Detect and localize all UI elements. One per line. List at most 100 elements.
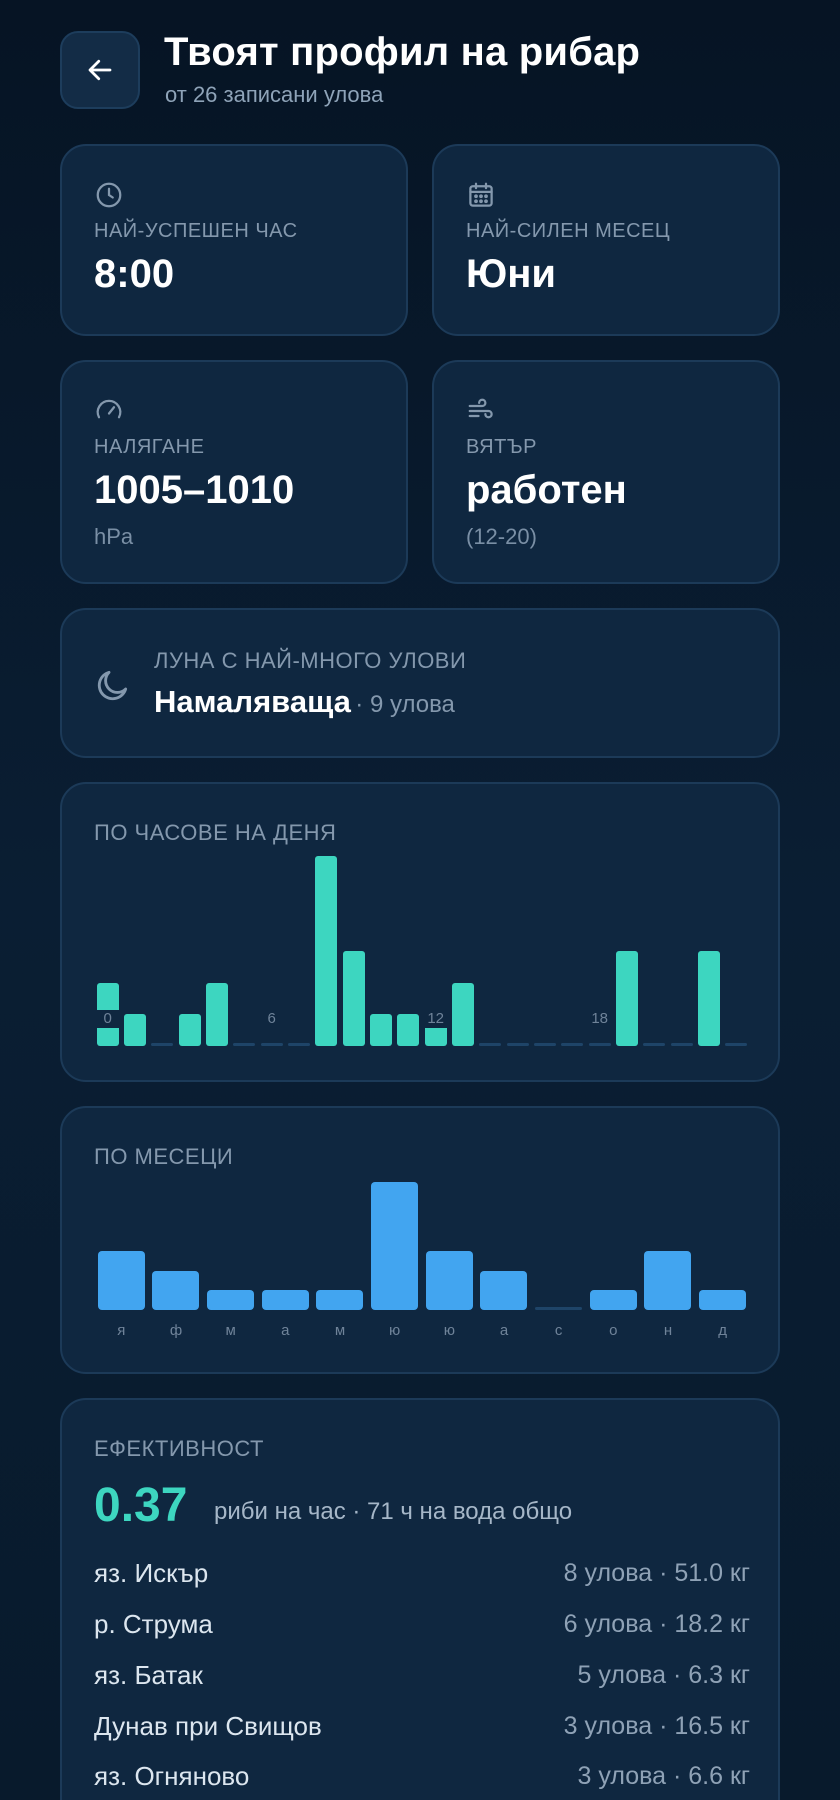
hourly-bar xyxy=(370,1014,392,1046)
monthly-tick-label: ю xyxy=(443,1322,455,1339)
monthly-bar xyxy=(480,1270,528,1310)
hourly-bar xyxy=(616,951,638,1046)
wind-range: (12-20) xyxy=(466,524,537,549)
spot-stat: 3 улова · 16.5 кг xyxy=(563,1711,750,1740)
spot-stat: 8 улова · 51.0 кг xyxy=(563,1558,750,1587)
monthly-bar xyxy=(97,1250,145,1310)
spot-row: Дунав при Свищов 3 улова · 16.5 кг xyxy=(94,1709,750,1743)
moon-icon xyxy=(97,670,128,701)
monthly-tick-label: с xyxy=(554,1322,563,1339)
hourly-bar xyxy=(534,1043,556,1046)
hourly-bar xyxy=(670,1043,693,1046)
profile-page: Твоят профил на рибар от 26 записани уло… xyxy=(60,0,780,1800)
hourly-bar xyxy=(233,1043,256,1046)
spot-stat: 3 улова · 6.6 кг xyxy=(577,1761,750,1790)
efficiency-card: ЕФЕКТИВНОСТ 0.37 риби на час · 71 ч на в… xyxy=(60,1398,780,1800)
back-button[interactable] xyxy=(60,31,140,109)
monthly-tick-label: д xyxy=(718,1322,728,1339)
best-hour-value: 8:00 xyxy=(94,252,175,296)
hourly-chart: 0 6 12 18 xyxy=(92,856,750,1056)
hourly-bar xyxy=(479,1043,502,1046)
wind-card: ВЯТЪР работен (12-20) xyxy=(432,360,780,584)
spot-name: р. Струма xyxy=(94,1608,213,1639)
monthly-tick-label: а xyxy=(499,1322,509,1339)
efficiency-text: риби на час · 71 ч на вода общо xyxy=(214,1498,573,1525)
moon-catch-count: · 9 улова xyxy=(355,691,455,718)
hourly-bar xyxy=(288,1043,310,1046)
wind-label: ВЯТЪР xyxy=(466,436,538,458)
pressure-unit: hPa xyxy=(94,524,134,549)
best-hour-card: НАЙ-УСПЕШЕН ЧАС 8:00 xyxy=(60,144,408,336)
wind-value: работен xyxy=(466,468,627,512)
moon-card: ЛУНА С НАЙ-МНОГО УЛОВИ Намаляваща · 9 ул… xyxy=(60,608,780,758)
clock-icon xyxy=(96,182,122,208)
best-month-value: Юни xyxy=(466,252,556,296)
hourly-bar xyxy=(124,1014,146,1046)
spot-name: яз. Огняново xyxy=(94,1760,250,1791)
hourly-tick-label: 0 xyxy=(92,1010,123,1028)
moon-label: ЛУНА С НАЙ-МНОГО УЛОВИ xyxy=(154,648,467,673)
hourly-bar xyxy=(698,951,720,1046)
monthly-tick-label: ф xyxy=(169,1322,183,1339)
monthly-bar xyxy=(535,1307,583,1310)
hourly-tick-label: 18 xyxy=(584,1010,615,1028)
monthly-tick-label: ю xyxy=(389,1322,401,1339)
best-hour-label: НАЙ-УСПЕШЕН ЧАС xyxy=(94,220,298,242)
hourly-bar xyxy=(151,1043,174,1046)
hourly-bar xyxy=(561,1043,584,1046)
hourly-chart-title: ПО ЧАСОВЕ НА ДЕНЯ xyxy=(94,820,337,845)
hourly-bar xyxy=(178,1014,201,1046)
moon-row: Намаляваща · 9 улова xyxy=(154,684,455,720)
best-month-card: НАЙ-СИЛЕН МЕСЕЦ Юни xyxy=(432,144,780,336)
spot-row: р. Струма 6 улова · 18.2 кг xyxy=(94,1607,750,1641)
hourly-tick-label: 12 xyxy=(420,1010,451,1028)
spot-name: яз. Искър xyxy=(94,1557,209,1588)
monthly-bar xyxy=(589,1290,637,1310)
monthly-chart-title: ПО МЕСЕЦИ xyxy=(94,1144,234,1169)
hourly-bar xyxy=(725,1043,748,1046)
monthly-bar xyxy=(644,1250,692,1310)
pressure-value: 1005–1010 xyxy=(94,468,295,512)
hourly-bar xyxy=(452,982,474,1046)
monthly-tick-label: я xyxy=(117,1322,126,1339)
hourly-chart-card: ПО ЧАСОВЕ НА ДЕНЯ 0 6 12 18 xyxy=(60,782,780,1082)
wind-icon xyxy=(468,398,493,419)
hourly-bar xyxy=(206,982,228,1046)
header: Твоят профил на рибар от 26 записани уло… xyxy=(60,0,780,130)
efficiency-title: ЕФЕКТИВНОСТ xyxy=(94,1436,264,1461)
moon-phase-value: Намаляваща xyxy=(154,684,351,719)
best-month-label: НАЙ-СИЛЕН МЕСЕЦ xyxy=(466,220,671,242)
monthly-bar xyxy=(371,1182,419,1310)
hourly-bar xyxy=(588,1043,611,1046)
gauge-icon xyxy=(96,399,122,419)
spot-name: Дунав при Свищов xyxy=(94,1710,322,1741)
calendar-icon xyxy=(469,182,493,207)
efficiency-value: 0.37 xyxy=(94,1479,188,1532)
spot-stat: 6 улова · 18.2 кг xyxy=(563,1609,750,1638)
hourly-bar xyxy=(315,856,338,1046)
page-title: Твоят профил на рибар xyxy=(164,30,641,74)
page-subtitle: от 26 записани улова xyxy=(165,82,384,107)
monthly-bar xyxy=(316,1290,364,1310)
monthly-bar xyxy=(261,1290,309,1310)
spot-row: яз. Батак 5 улова · 6.3 кг xyxy=(94,1658,750,1692)
monthly-bar xyxy=(425,1250,473,1310)
arrow-left-icon xyxy=(88,59,112,81)
pressure-card: НАЛЯГАНЕ 1005–1010 hPa xyxy=(60,360,408,584)
hourly-tick-label: 6 xyxy=(256,1010,287,1028)
monthly-chart: яфмамююасонд xyxy=(94,1182,750,1350)
hourly-bar xyxy=(643,1043,666,1046)
spot-row: яз. Огняново 3 улова · 6.6 кг xyxy=(94,1759,750,1793)
pressure-label: НАЛЯГАНЕ xyxy=(94,436,205,458)
monthly-bar xyxy=(152,1270,200,1310)
monthly-tick-label: м xyxy=(334,1322,346,1339)
monthly-tick-label: а xyxy=(281,1322,290,1339)
hourly-bar xyxy=(342,951,365,1046)
monthly-bar xyxy=(207,1290,255,1310)
monthly-tick-label: о xyxy=(609,1322,618,1339)
hourly-bar xyxy=(260,1043,283,1046)
spot-row: яз. Искър 8 улова · 51.0 кг xyxy=(94,1556,750,1590)
monthly-bar xyxy=(699,1290,747,1310)
monthly-tick-label: м xyxy=(225,1322,236,1339)
monthly-tick-label: н xyxy=(663,1322,673,1339)
